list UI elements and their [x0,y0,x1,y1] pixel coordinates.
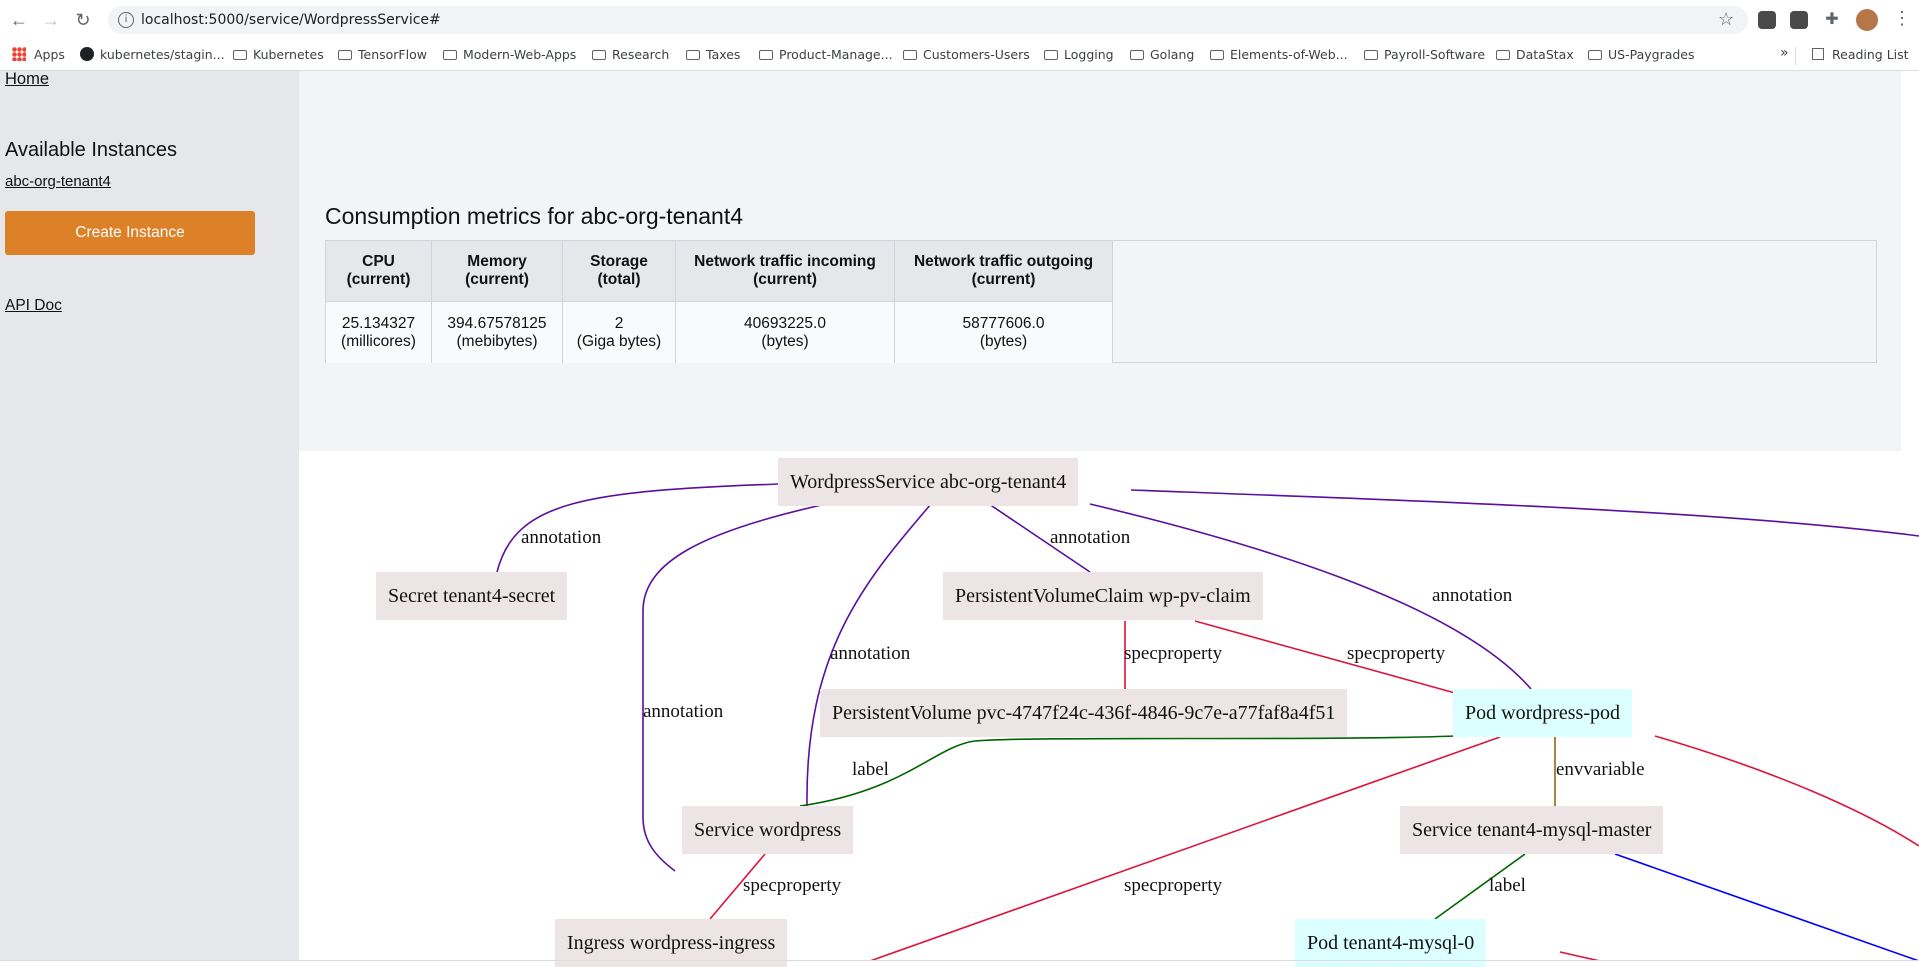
url-text[interactable]: localhost:5000/service/WordpressService# [141,12,441,28]
folder-icon [1364,50,1378,60]
bookmark-github[interactable]: kubernetes/stagin... [80,47,225,65]
bookmark-folder[interactable]: Modern-Web-Apps [443,47,576,65]
info-icon[interactable]: i [118,12,134,28]
bookmark-folder[interactable]: Product-Manage... [759,47,893,65]
folder-icon [1210,50,1224,60]
node-service-wordpress[interactable]: Service wordpress [682,806,854,854]
node-pvc[interactable]: PersistentVolumeClaim wp-pv-claim [943,572,1263,620]
folder-icon [1496,50,1510,60]
table-header-row: CPU (current) Memory (current) Storage (tot… [326,241,1113,302]
api-doc-link[interactable]: API Doc [5,297,62,315]
apps-grid-icon [12,47,26,61]
folder-icon [759,50,773,60]
bookmarks-bar: Apps kubernetes/stagin... Kubernetes Ten… [0,40,1919,71]
node-pod-wordpress[interactable]: Pod wordpress-pod [1453,689,1632,737]
reading-list-icon [1812,48,1824,60]
available-instances-heading: Available Instances [5,139,177,161]
edge-label-annotation: annotation [643,701,724,722]
bookmark-folder[interactable]: Taxes [686,47,740,65]
page-title: Consumption metrics for abc-org-tenant4 [325,203,744,229]
bookmark-star-icon[interactable]: ☆ [1718,9,1734,30]
bookmark-apps[interactable]: Apps [12,47,65,65]
edge-label-annotation: annotation [830,643,911,664]
column-header-cpu: CPU (current) [326,241,432,302]
network-incoming-value: 40693225.0 (bytes) [675,301,895,363]
bookmark-folder[interactable]: Customers-Users [903,47,1030,65]
resource-graph: WordpressService abc-org-tenant4 Secret … [325,451,1919,967]
bookmark-folder[interactable]: Golang [1130,47,1194,65]
folder-icon [1130,50,1144,60]
edge-label-specproperty: specproperty [1124,643,1223,664]
back-arrow-icon[interactable]: ← [8,9,30,31]
node-persistent-volume[interactable]: PersistentVolume pvc-4747f24c-436f-4846-… [820,689,1348,737]
extension-icon[interactable] [1758,11,1776,29]
edge-label-specproperty: specproperty [1347,643,1446,664]
edge-label [799,735,1456,807]
menu-kebab-icon[interactable]: ⋮ [1893,8,1911,29]
profile-avatar[interactable] [1856,9,1878,31]
reading-list-button[interactable]: Reading List [1812,47,1909,65]
browser-toolbar: ← → ↻ i localhost:5000/service/Wordpress… [0,0,1919,40]
network-outgoing-value: 58777606.0 (bytes) [894,301,1113,363]
memory-value: 394.67578125 (mebibytes) [431,301,563,363]
edge-label-annotation: annotation [1432,585,1513,606]
reload-icon[interactable]: ↻ [72,9,94,31]
folder-icon [592,50,606,60]
bookmark-folder[interactable]: Kubernetes [233,47,324,65]
edge-label-annotation: annotation [1050,527,1131,548]
extension-icon[interactable] [1790,11,1808,29]
metrics-table: CPU (current) Memory (current) Storage (tot… [326,241,1113,363]
edge-annotation [1130,489,1919,537]
edge-label-annotation: annotation [521,527,602,548]
edge-label-specproperty: specproperty [743,875,842,896]
node-secret[interactable]: Secret tenant4-secret [376,572,568,620]
home-link[interactable]: Home [5,70,49,89]
create-instance-button[interactable]: Create Instance [5,211,255,255]
folder-icon [686,50,700,60]
bookmark-folder[interactable]: DataStax [1496,47,1574,65]
folder-icon [1044,50,1058,60]
folder-icon [338,50,352,60]
table-row: 25.134327 (millicores) 394.67578125 (mebib… [326,301,1113,363]
puzzle-piece-icon[interactable]: ✚ [1823,11,1841,29]
folder-icon [233,50,247,60]
edge-specproperty [1654,735,1919,847]
bookmark-folder[interactable]: Logging [1044,47,1114,65]
cpu-value: 25.134327 (millicores) [326,301,432,363]
bookmark-folder[interactable]: Elements-of-Web... [1210,47,1348,65]
bookmark-folder[interactable]: Research [592,47,669,65]
bookmark-folder[interactable]: TensorFlow [338,47,427,65]
sidebar [0,71,299,961]
edge-label-label: label [852,759,889,780]
folder-icon [1588,50,1602,60]
folder-icon [903,50,917,60]
edge-other [1614,853,1919,961]
edge-label-label: label [1489,875,1526,896]
github-icon [80,47,94,61]
node-service-mysql[interactable]: Service tenant4-mysql-master [1400,806,1664,854]
bookmark-folder[interactable]: US-Paygrades [1588,47,1695,65]
bookmarks-overflow-button[interactable]: » [1780,45,1789,63]
edge-label-envvariable: envvariable [1556,759,1645,780]
storage-value: 2 (Giga bytes) [562,301,676,363]
folder-icon [443,50,457,60]
column-header-network-outgoing: Network traffic outgoing (current) [894,241,1113,302]
metrics-table-container: CPU (current) Memory (current) Storage (tot… [325,240,1877,363]
bookmark-folder[interactable]: Payroll-Software [1364,47,1485,65]
column-header-network-incoming: Network traffic incoming (current) [675,241,895,302]
instance-link[interactable]: abc-org-tenant4 [5,173,111,190]
edge-label-specproperty: specproperty [1124,875,1223,896]
node-wordpress-service[interactable]: WordpressService abc-org-tenant4 [778,458,1079,506]
divider [1795,47,1797,65]
column-header-memory: Memory (current) [431,241,563,302]
column-header-storage: Storage (total) [562,241,676,302]
forward-arrow-icon[interactable]: → [40,9,62,31]
